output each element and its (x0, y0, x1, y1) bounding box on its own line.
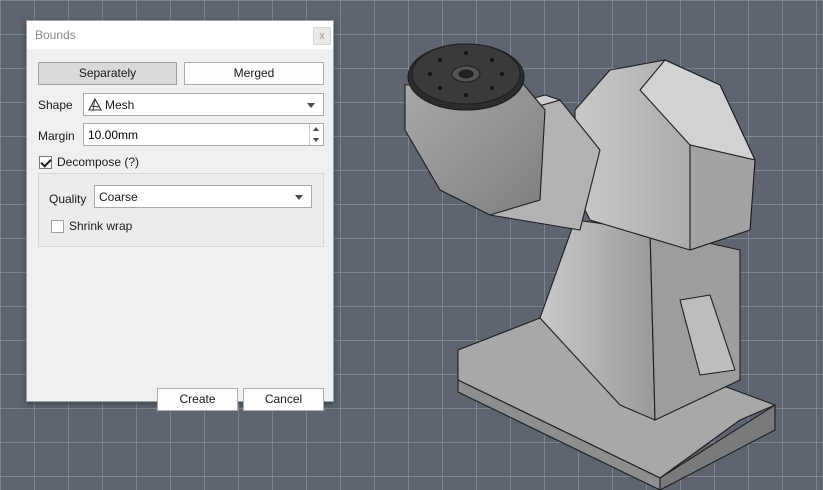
shrink-wrap-checkbox[interactable] (51, 220, 64, 233)
dialog-body: Separately Merged Shape Mesh Margin Deco… (27, 49, 333, 411)
decompose-checkbox[interactable] (39, 156, 52, 169)
spin-down-icon[interactable] (309, 135, 323, 145)
close-button[interactable]: x (313, 27, 331, 45)
margin-spinbox (83, 123, 324, 146)
decompose-options-group: Quality Coarse Shrink wrap (38, 173, 324, 247)
merged-button[interactable]: Merged (184, 62, 324, 85)
shrink-wrap-label[interactable]: Shrink wrap (69, 219, 132, 233)
dialog-titlebar[interactable]: Bounds x (27, 21, 333, 49)
quality-label: Quality (49, 192, 87, 206)
separately-button[interactable]: Separately (38, 62, 177, 85)
create-button[interactable]: Create (157, 388, 238, 411)
mesh-icon (88, 98, 102, 111)
chevron-down-icon (295, 195, 303, 200)
shape-select[interactable]: Mesh (83, 93, 324, 116)
quality-value: Coarse (99, 190, 138, 204)
cancel-button[interactable]: Cancel (243, 388, 324, 411)
dialog-title: Bounds (35, 28, 76, 42)
shape-label: Shape (38, 98, 73, 112)
chevron-down-icon (307, 103, 315, 108)
quality-select[interactable]: Coarse (94, 185, 312, 208)
margin-input[interactable] (84, 124, 302, 145)
spin-up-icon[interactable] (309, 124, 323, 134)
decompose-label[interactable]: Decompose (?) (57, 155, 139, 169)
shape-value: Mesh (105, 98, 135, 112)
margin-label: Margin (38, 129, 75, 143)
bounds-dialog: Bounds x Separately Merged Shape Mesh Ma… (26, 20, 334, 411)
